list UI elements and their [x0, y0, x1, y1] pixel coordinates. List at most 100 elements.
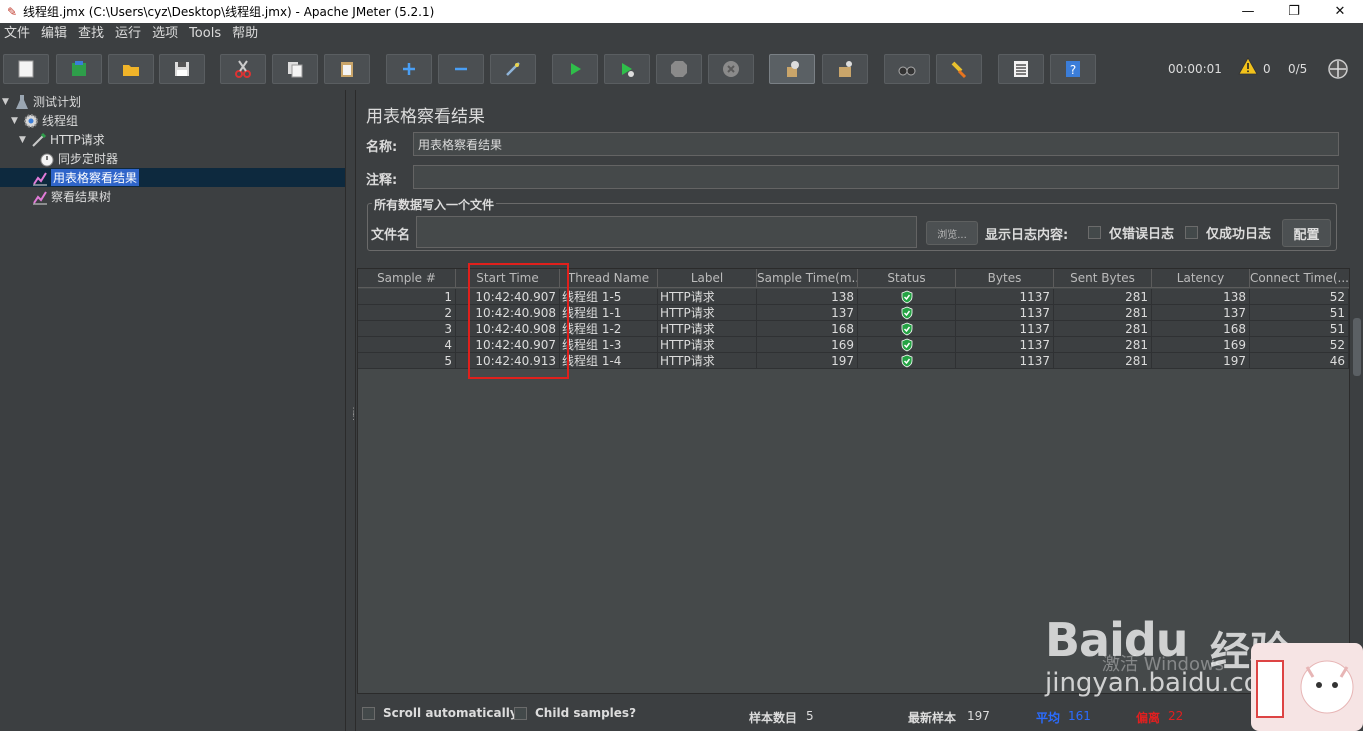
start-no-pause-button[interactable]: [604, 54, 650, 84]
cell-thread-name: 线程组 1-2: [560, 321, 658, 337]
play-icon: [571, 63, 581, 75]
help-icon: ?: [1066, 61, 1080, 77]
panel-splitter[interactable]: ⋮ ⋮: [346, 90, 358, 731]
comment-field[interactable]: [413, 165, 1339, 189]
column-header[interactable]: Sent Bytes: [1054, 269, 1152, 288]
warning-count: 0: [1263, 62, 1271, 76]
new-button[interactable]: [3, 54, 49, 84]
column-header[interactable]: Sample Time(m...: [757, 269, 858, 288]
close-button[interactable]: ✕: [1317, 0, 1363, 23]
menu-edit[interactable]: 编辑: [37, 23, 74, 45]
stop-button[interactable]: [656, 54, 702, 84]
sample-count-label: 样本数目: [749, 711, 798, 725]
tree-item-sync-timer[interactable]: 同步定时器: [37, 149, 118, 168]
menu-help[interactable]: 帮助: [228, 23, 265, 45]
open-button[interactable]: [108, 54, 154, 84]
cell-latency: 169: [1152, 337, 1250, 353]
vertical-scrollbar[interactable]: [1353, 318, 1361, 376]
menu-search[interactable]: 查找: [74, 23, 111, 45]
toggle-button[interactable]: [490, 54, 536, 84]
column-header[interactable]: Latency: [1152, 269, 1250, 288]
column-header[interactable]: Thread Name: [560, 269, 658, 288]
deviation-label: 偏离: [1136, 711, 1161, 725]
filename-field[interactable]: [416, 216, 917, 248]
tree-item-thread-group[interactable]: ▼ 线程组: [11, 111, 78, 130]
cell-sample-num: 2: [358, 305, 456, 321]
tree-item-table-results[interactable]: 用表格察看结果: [0, 168, 345, 187]
start-button[interactable]: [552, 54, 598, 84]
column-header[interactable]: Bytes: [956, 269, 1054, 288]
cell-sample-time: 138: [757, 289, 858, 305]
cell-connect-time: 51: [1250, 305, 1349, 321]
menu-bar: 文件 编辑 查找 运行 选项 Tools 帮助: [0, 23, 1363, 45]
status-bar: Scroll automatically? Child samples? 样本数…: [357, 694, 1363, 731]
paste-button[interactable]: [324, 54, 370, 84]
minimize-button[interactable]: —: [1225, 0, 1271, 23]
configure-button[interactable]: 配置: [1282, 219, 1331, 247]
success-shield-icon: [858, 321, 956, 337]
tree-item-test-plan[interactable]: ▼ 测试计划: [2, 92, 81, 111]
cell-bytes: 1137: [956, 289, 1054, 305]
window-title: 线程组.jmx (C:\Users\cyz\Desktop\线程组.jmx) -…: [23, 5, 435, 19]
folder-open-icon: [123, 65, 139, 76]
clear-all-button[interactable]: [822, 54, 868, 84]
cell-sent-bytes: 281: [1054, 337, 1152, 353]
column-header[interactable]: Label: [658, 269, 757, 288]
binoculars-icon: [898, 66, 916, 76]
cell-latency: 168: [1152, 321, 1250, 337]
menu-options[interactable]: 选项: [148, 23, 185, 45]
remote-globe-icon[interactable]: [1327, 58, 1349, 83]
collapse-arrow-icon[interactable]: ▼: [2, 97, 12, 107]
child-samples-checkbox[interactable]: Child samples?: [514, 706, 636, 720]
column-header[interactable]: Status: [858, 269, 956, 288]
cell-bytes: 1137: [956, 337, 1054, 353]
elapsed-timer: 00:00:01: [1168, 62, 1222, 76]
collapse-arrow-icon[interactable]: ▼: [11, 116, 21, 126]
templates-icon: [72, 61, 86, 76]
cell-sample-time: 197: [757, 353, 858, 369]
tree-item-results-tree[interactable]: 察看结果树: [30, 187, 111, 206]
cell-bytes: 1137: [956, 321, 1054, 337]
browse-button[interactable]: 浏览...: [926, 221, 978, 245]
paste-icon: [341, 62, 353, 77]
name-label: 名称:: [366, 140, 398, 155]
search-button[interactable]: [884, 54, 930, 84]
panel-title: 用表格察看结果: [366, 107, 485, 127]
warning-icon[interactable]: [1238, 57, 1258, 75]
cell-label: HTTP请求: [658, 321, 757, 337]
copy-button[interactable]: [272, 54, 318, 84]
scroll-auto-checkbox[interactable]: Scroll automatically?: [362, 706, 525, 720]
column-header[interactable]: Connect Time(...: [1250, 269, 1349, 288]
expand-all-button[interactable]: [386, 54, 432, 84]
menu-run[interactable]: 运行: [111, 23, 148, 45]
collapse-all-button[interactable]: [438, 54, 484, 84]
cut-button[interactable]: [220, 54, 266, 84]
errors-only-checkbox[interactable]: 仅错误日志: [1088, 223, 1174, 242]
function-helper-button[interactable]: [998, 54, 1044, 84]
collapse-arrow-icon[interactable]: ▼: [19, 135, 29, 145]
reset-search-button[interactable]: [936, 54, 982, 84]
clear-button[interactable]: [769, 54, 815, 84]
wand-icon: [506, 62, 520, 76]
name-field[interactable]: 用表格察看结果: [413, 132, 1339, 156]
help-button[interactable]: ?: [1050, 54, 1096, 84]
column-header[interactable]: Sample #: [358, 269, 456, 288]
success-only-checkbox[interactable]: 仅成功日志: [1185, 223, 1271, 242]
cell-sent-bytes: 281: [1054, 289, 1152, 305]
maximize-button[interactable]: ❐: [1271, 0, 1317, 23]
cell-sent-bytes: 281: [1054, 321, 1152, 337]
templates-button[interactable]: [56, 54, 102, 84]
menu-tools[interactable]: Tools: [185, 23, 228, 45]
cell-latency: 137: [1152, 305, 1250, 321]
cell-label: HTTP请求: [658, 289, 757, 305]
shutdown-button[interactable]: [708, 54, 754, 84]
deviation-value: 22: [1168, 709, 1184, 723]
save-button[interactable]: [159, 54, 205, 84]
stopwatch-icon: [39, 151, 55, 167]
tree-item-http-request[interactable]: ▼ HTTP请求: [19, 130, 105, 149]
title-bar: ✎ 线程组.jmx (C:\Users\cyz\Desktop\线程组.jmx)…: [0, 0, 1363, 23]
scissors-icon: [235, 60, 251, 78]
menu-file[interactable]: 文件: [0, 23, 37, 45]
cell-label: HTTP请求: [658, 353, 757, 369]
cell-latency: 197: [1152, 353, 1250, 369]
